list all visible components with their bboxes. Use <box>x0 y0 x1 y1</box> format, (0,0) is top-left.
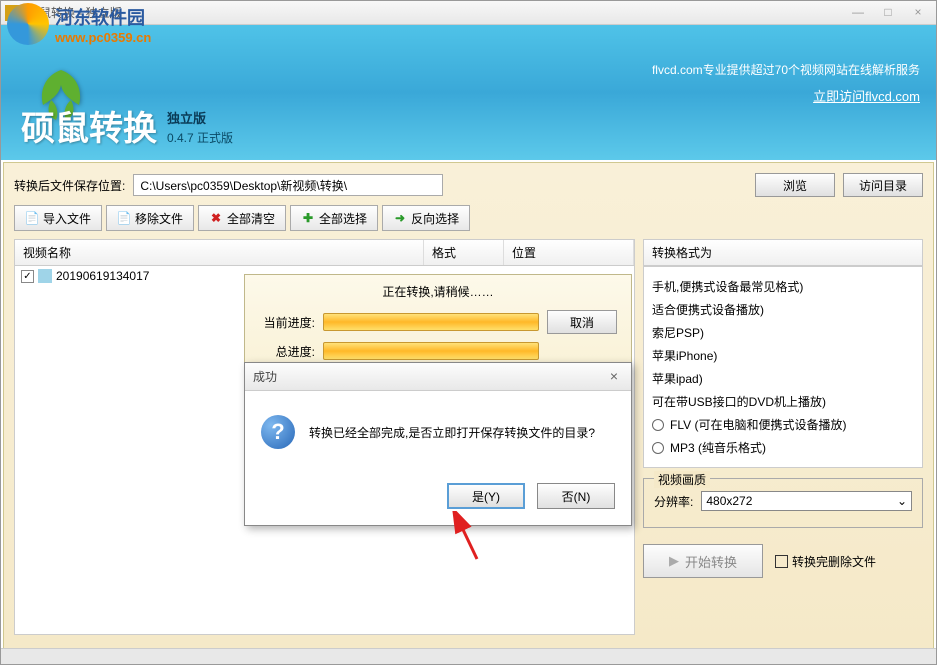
app-version: 0.4.7 正式版 <box>167 129 233 146</box>
remove-button[interactable]: 📄移除文件 <box>106 205 194 231</box>
dialog-close-button[interactable]: × <box>605 368 623 386</box>
app-edition: 独立版 <box>167 108 233 127</box>
play-icon: ▶ <box>669 553 679 569</box>
invert-button[interactable]: ➜反向选择 <box>382 205 470 231</box>
dialog-message: 转换已经全部完成,是否立即打开保存转换文件的目录? <box>309 424 595 441</box>
column-location[interactable]: 位置 <box>504 240 634 265</box>
dialog-title: 成功 <box>253 368 605 385</box>
format-option[interactable]: 苹果ipad) <box>652 367 914 390</box>
progress-dialog: 正在转换,请稍候…… 当前进度: 取消 总进度: <box>244 274 632 364</box>
format-option-mp3[interactable]: MP3 (纯音乐格式) <box>652 436 914 459</box>
no-button[interactable]: 否(N) <box>537 483 615 509</box>
close-button[interactable]: × <box>904 4 932 22</box>
watermark: 河东软件园 www.pc0359.cn <box>7 3 151 45</box>
browse-button[interactable]: 浏览 <box>755 173 835 197</box>
format-options: 手机,便携式设备最常见格式) 适合便携式设备播放) 索尼PSP) 苹果iPhon… <box>643 266 923 468</box>
path-row: 转换后文件保存位置: 浏览 访问目录 <box>14 173 923 197</box>
cancel-button[interactable]: 取消 <box>547 310 617 334</box>
format-option[interactable]: 手机,便携式设备最常见格式) <box>652 275 914 298</box>
watermark-url: www.pc0359.cn <box>55 30 151 45</box>
clear-button[interactable]: ✖全部清空 <box>198 205 286 231</box>
delete-after-checkbox[interactable]: 转换完删除文件 <box>775 553 876 570</box>
format-option[interactable]: 索尼PSP) <box>652 321 914 344</box>
chevron-down-icon: ⌄ <box>897 494 907 508</box>
total-progress-bar <box>323 342 539 360</box>
format-option[interactable]: 适合便携式设备播放) <box>652 298 914 321</box>
dialog-titlebar: 成功 × <box>245 363 631 391</box>
progress-title: 正在转换,请稍候…… <box>259 283 617 300</box>
current-progress-label: 当前进度: <box>259 314 315 331</box>
import-icon: 📄 <box>25 211 39 225</box>
app-window: 硕鼠转换 - 独立版 — □ × 河东软件园 www.pc0359.cn flv… <box>0 0 937 665</box>
radio-icon <box>652 419 664 431</box>
total-progress-label: 总进度: <box>259 343 315 360</box>
start-convert-button[interactable]: ▶开始转换 <box>643 544 763 578</box>
watermark-logo-icon <box>7 3 49 45</box>
checkbox-icon <box>775 555 788 568</box>
row-checkbox[interactable]: ✓ <box>21 270 34 283</box>
question-icon: ? <box>261 415 295 449</box>
yes-button[interactable]: 是(Y) <box>447 483 525 509</box>
format-header: 转换格式为 <box>643 239 923 266</box>
pointer-arrow-icon <box>449 511 489 561</box>
watermark-name: 河东软件园 <box>55 4 151 30</box>
toolbar: 📄导入文件 📄移除文件 ✖全部清空 ✚全部选择 ➜反向选择 <box>14 205 923 231</box>
minimize-button[interactable]: — <box>844 4 872 22</box>
arrow-right-icon: ➜ <box>393 211 407 225</box>
import-button[interactable]: 📄导入文件 <box>14 205 102 231</box>
format-panel: 转换格式为 手机,便携式设备最常见格式) 适合便携式设备播放) 索尼PSP) 苹… <box>643 239 923 635</box>
maximize-button[interactable]: □ <box>874 4 902 22</box>
video-file-icon <box>38 269 52 283</box>
radio-icon <box>652 442 664 454</box>
resolution-label: 分辨率: <box>654 493 693 510</box>
statusbar <box>1 648 936 664</box>
header-banner: flvcd.com专业提供超过70个视频网站在线解析服务 立即访问flvcd.c… <box>1 25 936 160</box>
file-name: 20190619134017 <box>56 269 149 283</box>
quality-legend: 视频画质 <box>654 471 710 488</box>
format-option-flv[interactable]: FLV (可在电脑和便携式设备播放) <box>652 413 914 436</box>
resolution-select[interactable]: 480x272⌄ <box>701 491 912 511</box>
app-title: 硕鼠转换 <box>21 101 157 150</box>
success-dialog: 成功 × ? 转换已经全部完成,是否立即打开保存转换文件的目录? 是(Y) 否(… <box>244 362 632 526</box>
output-path-input[interactable] <box>133 174 443 196</box>
column-format[interactable]: 格式 <box>424 240 504 265</box>
select-all-button[interactable]: ✚全部选择 <box>290 205 378 231</box>
current-progress-bar <box>323 313 539 331</box>
format-option[interactable]: 苹果iPhone) <box>652 344 914 367</box>
plus-icon: ✚ <box>301 211 315 225</box>
column-name[interactable]: 视频名称 <box>15 240 424 265</box>
quality-group: 视频画质 分辨率: 480x272⌄ <box>643 478 923 528</box>
remove-icon: 📄 <box>117 211 131 225</box>
promo-text: flvcd.com专业提供超过70个视频网站在线解析服务 <box>17 61 920 78</box>
path-label: 转换后文件保存位置: <box>14 177 125 194</box>
clear-icon: ✖ <box>209 211 223 225</box>
visit-folder-button[interactable]: 访问目录 <box>843 173 923 197</box>
format-option[interactable]: 可在带USB接口的DVD机上播放) <box>652 390 914 413</box>
